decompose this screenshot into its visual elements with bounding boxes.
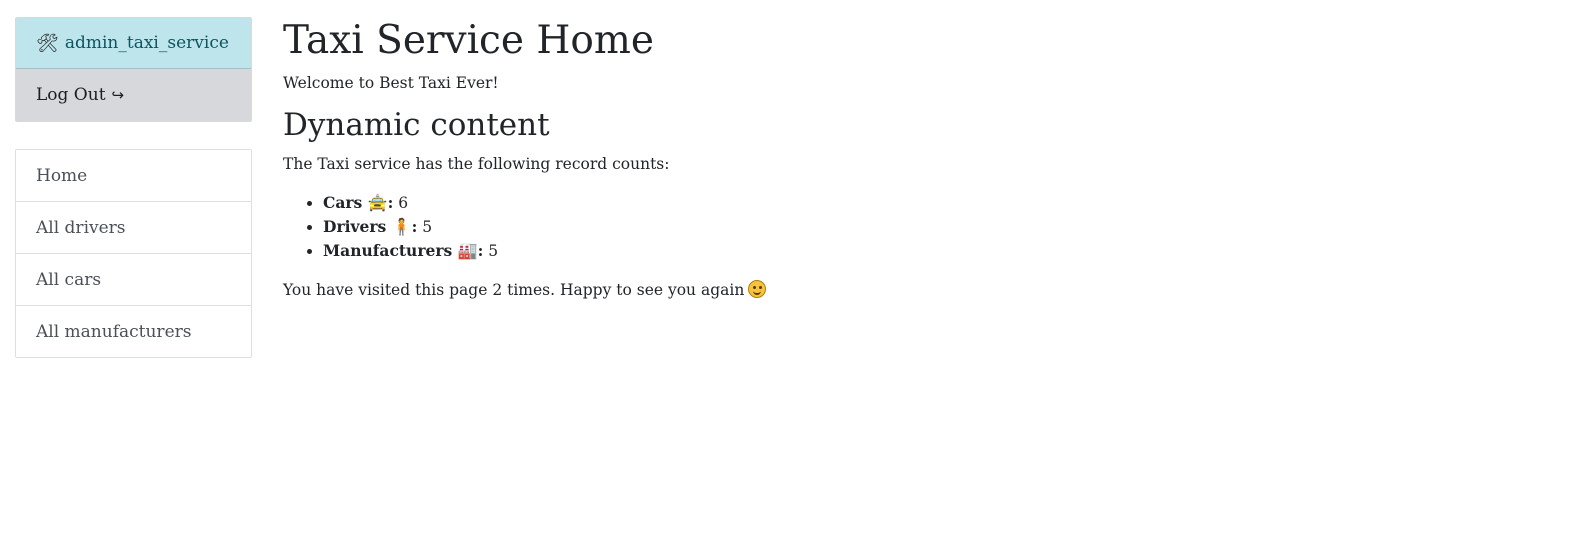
logout-arrow-icon: ↪ — [111, 86, 125, 104]
sidebar-item-all-drivers[interactable]: All drivers — [16, 202, 251, 254]
person-icon: 🧍 — [391, 217, 412, 236]
main-content: Taxi Service Home Welcome to Best Taxi E… — [283, 17, 1573, 301]
logout-label: Log Out — [36, 85, 106, 105]
count-label-manufacturers: Manufacturers — [323, 241, 453, 260]
count-value-manufacturers: 5 — [488, 242, 499, 260]
count-label-drivers: Drivers — [323, 217, 387, 236]
counts-intro-text: The Taxi service has the following recor… — [283, 155, 670, 173]
sidebar-item-all-manufacturers[interactable]: All manufacturers — [16, 306, 251, 357]
user-menu: 🛠 admin_taxi_service Log Out ↪ — [15, 17, 252, 122]
tools-icon: 🛠 — [36, 32, 59, 54]
count-value-cars: 6 — [398, 194, 409, 212]
page: 🛠 admin_taxi_service Log Out ↪ Home All … — [0, 0, 1596, 546]
sidebar-nav: Home All drivers All cars All manufactur… — [15, 149, 252, 358]
welcome-text: Welcome to Best Taxi Ever! — [283, 74, 499, 92]
smiling-face-icon — [748, 280, 767, 298]
count-label-cars: Cars — [323, 193, 363, 212]
dynamic-content-heading: Dynamic content — [283, 107, 550, 143]
list-item: Manufacturers 🏭: 5 — [323, 239, 1573, 263]
sidebar: 🛠 admin_taxi_service Log Out ↪ Home All … — [15, 17, 252, 358]
sidebar-item-all-cars[interactable]: All cars — [16, 254, 251, 306]
list-item: Drivers 🧍: 5 — [323, 215, 1573, 239]
visits-text: You have visited this page 2 times. Happ… — [283, 281, 745, 299]
page-title: Taxi Service Home — [283, 18, 654, 63]
record-counts-list: Cars 🚖: 6 Drivers 🧍: 5 Manufacturers 🏭: … — [283, 191, 1573, 263]
logout-button[interactable]: Log Out ↪ — [16, 69, 251, 121]
user-account-item[interactable]: 🛠 admin_taxi_service — [16, 18, 251, 69]
visits-text-line: You have visited this page 2 times. Happ… — [283, 279, 1573, 301]
factory-icon: 🏭 — [457, 241, 478, 260]
count-value-drivers: 5 — [422, 218, 433, 236]
username-label: admin_taxi_service — [64, 33, 229, 53]
sidebar-item-home[interactable]: Home — [16, 150, 251, 202]
list-item: Cars 🚖: 6 — [323, 191, 1573, 215]
taxi-icon: 🚖 — [367, 193, 388, 212]
